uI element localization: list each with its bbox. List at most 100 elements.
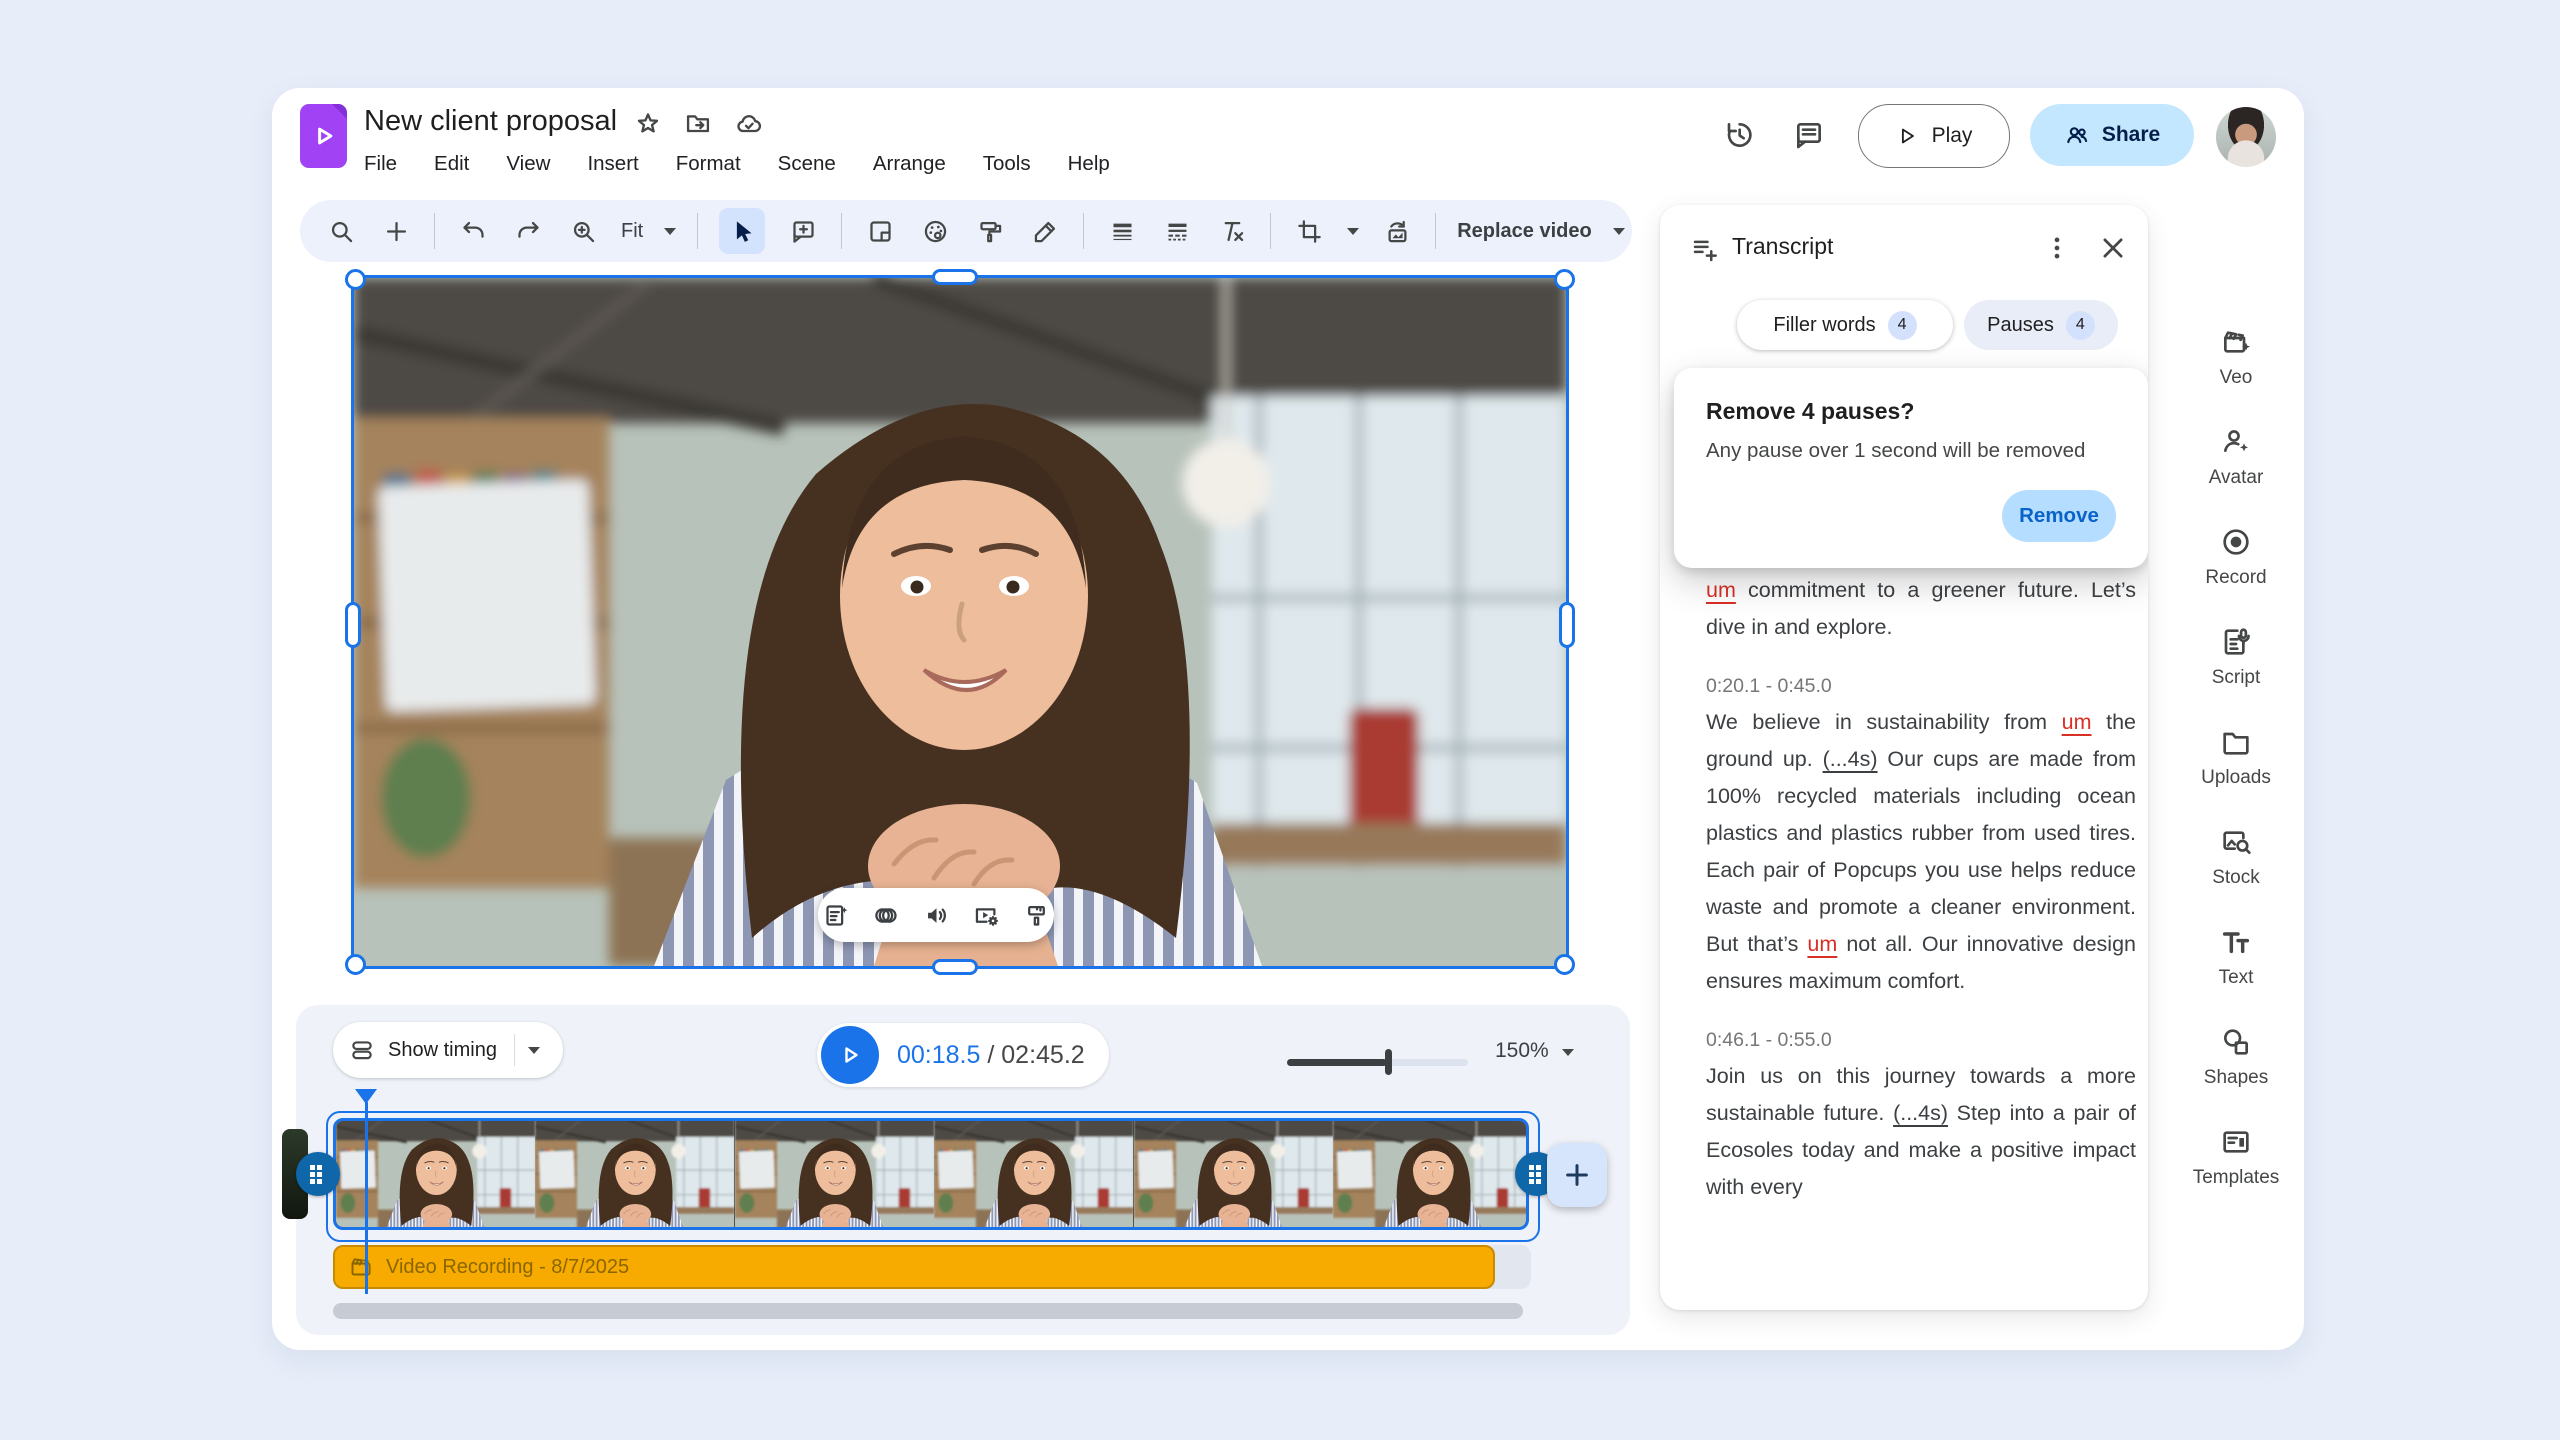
- rail-item-templates[interactable]: Templates: [2168, 1126, 2304, 1226]
- trim-handle-left[interactable]: [296, 1152, 340, 1196]
- undo-icon[interactable]: [456, 214, 490, 248]
- add-comment-icon[interactable]: [786, 214, 820, 248]
- ai-notes-icon[interactable]: [823, 902, 850, 929]
- version-history-icon[interactable]: [1720, 116, 1758, 154]
- close-icon[interactable]: [2098, 233, 2128, 263]
- pause-link[interactable]: (...4s): [1823, 747, 1878, 771]
- timeline-play-button[interactable]: [821, 1026, 879, 1084]
- app-window: New client proposal File Edit View Inser…: [272, 88, 2304, 1350]
- document-title[interactable]: New client proposal: [364, 105, 617, 138]
- selection-handle-ne[interactable]: [1554, 269, 1575, 290]
- selection-handle-e[interactable]: [1559, 602, 1575, 648]
- rail-item-script[interactable]: Script: [2168, 626, 2304, 726]
- select-tool[interactable]: [719, 208, 765, 254]
- menu-file[interactable]: File: [364, 152, 397, 176]
- fit-dropdown-caret[interactable]: [664, 228, 676, 235]
- redo-icon[interactable]: [511, 214, 545, 248]
- star-icon[interactable]: [634, 110, 662, 138]
- rail-item-stock[interactable]: Stock: [2168, 826, 2304, 926]
- line-dash-icon[interactable]: [1160, 214, 1194, 248]
- zoom-in-icon[interactable]: [566, 214, 600, 248]
- play-button[interactable]: Play: [1858, 104, 2010, 168]
- rail-item-record[interactable]: Record: [2168, 526, 2304, 626]
- timeline-panel: Show timing 00:18.5 / 02:45.2 150%: [296, 1005, 1630, 1335]
- menu-format[interactable]: Format: [676, 152, 741, 176]
- zoom-fit-label[interactable]: Fit: [621, 220, 643, 243]
- recolor-icon[interactable]: [1023, 902, 1050, 929]
- record-icon: [2220, 526, 2252, 558]
- account-avatar[interactable]: [2216, 107, 2276, 167]
- clear-formatting-icon[interactable]: [1215, 214, 1249, 248]
- timeline-zoom-slider[interactable]: [1287, 1049, 1468, 1075]
- transcript-panel-icon: [1690, 235, 1720, 265]
- transcript-paragraphs: Popcup! (...1s) Popcup isn’t just a cup,…: [1706, 535, 2136, 1206]
- rail-item-veo[interactable]: Veo: [2168, 326, 2304, 426]
- cloud-status-icon[interactable]: [734, 110, 764, 138]
- show-timing-caret[interactable]: [528, 1047, 540, 1054]
- selection-handle-se[interactable]: [1554, 954, 1575, 975]
- pen-icon[interactable]: [1028, 214, 1062, 248]
- menu-edit[interactable]: Edit: [434, 152, 469, 176]
- slider-handle[interactable]: [1385, 1049, 1392, 1075]
- remove-button[interactable]: Remove: [2002, 490, 2116, 542]
- rail-item-avatar[interactable]: Avatar: [2168, 426, 2304, 526]
- scene-canvas[interactable]: [272, 262, 1632, 1005]
- menu-insert[interactable]: Insert: [587, 152, 638, 176]
- rail-item-text[interactable]: Text: [2168, 926, 2304, 1026]
- replace-video-caret[interactable]: [1613, 228, 1625, 235]
- video-filmstrip[interactable]: [333, 1118, 1529, 1230]
- comment-icon[interactable]: [1790, 116, 1828, 154]
- paint-roller-icon[interactable]: [973, 214, 1007, 248]
- folder-icon: [2220, 726, 2252, 758]
- add-icon[interactable]: [379, 214, 413, 248]
- vids-app-icon[interactable]: [300, 104, 347, 168]
- rail-label: Veo: [2220, 367, 2253, 389]
- volume-icon[interactable]: [923, 902, 950, 929]
- crop-dropdown-caret[interactable]: [1347, 228, 1359, 235]
- filmstrip-thumbnail: [1134, 1121, 1333, 1227]
- zoom-level-caret[interactable]: [1562, 1049, 1574, 1056]
- selection-handle-nw[interactable]: [345, 269, 366, 290]
- palette-icon[interactable]: [918, 214, 952, 248]
- menu-view[interactable]: View: [506, 152, 550, 176]
- show-timing-button[interactable]: Show timing: [333, 1022, 563, 1078]
- filler-word[interactable]: um: [1807, 932, 1837, 956]
- transcript-text: We believe in sustainability from: [1706, 710, 2062, 734]
- search-icon[interactable]: [324, 214, 358, 248]
- selected-video-element[interactable]: [354, 278, 1566, 966]
- timeline-scrollbar[interactable]: [333, 1303, 1523, 1319]
- rail-item-uploads[interactable]: Uploads: [2168, 726, 2304, 826]
- menu-arrange[interactable]: Arrange: [873, 152, 946, 176]
- frame-options-icon[interactable]: [863, 214, 897, 248]
- transcript-panel: Transcript Filler words 4 Pauses 4 Popcu…: [1660, 205, 2148, 1310]
- menu-tools[interactable]: Tools: [983, 152, 1031, 176]
- move-folder-icon[interactable]: [684, 110, 712, 138]
- menu-scene[interactable]: Scene: [778, 152, 836, 176]
- tab-filler-words[interactable]: Filler words 4: [1737, 300, 1953, 350]
- share-button[interactable]: Share: [2030, 104, 2194, 166]
- replace-image-icon[interactable]: [1380, 214, 1414, 248]
- menu-help[interactable]: Help: [1068, 152, 1110, 176]
- filler-word[interactable]: um: [2062, 710, 2092, 734]
- tab-pauses[interactable]: Pauses 4: [1964, 300, 2118, 350]
- pause-link[interactable]: (...4s): [1893, 1101, 1948, 1125]
- rings-icon[interactable]: [873, 902, 900, 929]
- replace-video-button[interactable]: Replace video: [1457, 220, 1592, 243]
- rail-item-shapes[interactable]: Shapes: [2168, 1026, 2304, 1126]
- transcript-overflow-menu-icon[interactable]: [2042, 233, 2072, 263]
- toolbar-divider: [1270, 213, 1271, 249]
- timeline-zoom-level[interactable]: 150%: [1495, 1039, 1549, 1063]
- video-context-toolbar: [818, 888, 1054, 942]
- selection-handle-n[interactable]: [932, 269, 978, 285]
- selection-handle-w[interactable]: [345, 602, 361, 648]
- play-icon: [1896, 125, 1918, 147]
- video-settings-icon[interactable]: [973, 902, 1000, 929]
- selection-handle-s[interactable]: [932, 959, 978, 975]
- video-recording-track[interactable]: Video Recording - 8/7/2025: [333, 1245, 1495, 1289]
- add-clip-button[interactable]: [1547, 1143, 1607, 1207]
- filler-word[interactable]: um: [1706, 578, 1736, 602]
- selection-handle-sw[interactable]: [345, 954, 366, 975]
- line-weight-icon[interactable]: [1105, 214, 1139, 248]
- crop-icon[interactable]: [1292, 214, 1326, 248]
- time-separator: /: [980, 1041, 1001, 1069]
